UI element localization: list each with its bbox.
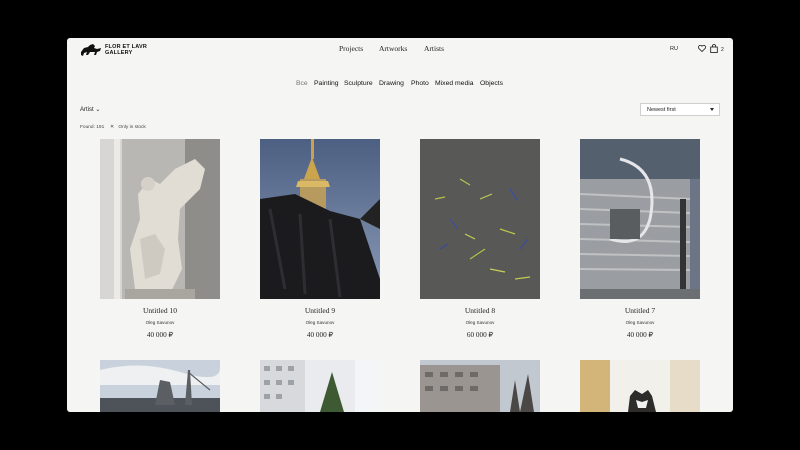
heart-icon[interactable] (698, 45, 706, 52)
sculpture-photo (100, 139, 220, 299)
artwork-image[interactable] (100, 360, 220, 412)
artwork-price: 40 000 ₽ (146, 331, 174, 339)
sort-value: Newest first (647, 107, 676, 113)
artwork-title[interactable]: Untitled 8 (420, 306, 540, 315)
caret-down-icon (710, 108, 714, 111)
sort-select[interactable]: Newest first (640, 103, 720, 116)
artwork-card[interactable]: Untitled 7 Oleg Savunov 40 000 ₽ (580, 139, 700, 339)
cart-count: 2 (721, 47, 724, 53)
artwork-image[interactable] (260, 139, 380, 299)
artwork-title[interactable]: Untitled 7 (580, 306, 700, 315)
category-objects[interactable]: Objects (480, 80, 503, 87)
artwork-artist[interactable]: Oleg Savunov (420, 320, 540, 325)
cat-photo (580, 360, 700, 412)
artwork-title[interactable]: Untitled 9 (260, 306, 380, 315)
artwork-artist[interactable]: Oleg Savunov (100, 320, 220, 325)
artwork-image[interactable] (580, 139, 700, 299)
category-drawing[interactable]: Drawing (379, 80, 404, 87)
nav-artists[interactable]: Artists (424, 44, 444, 53)
artist-filter-label: Artist (80, 107, 94, 113)
artwork-image[interactable] (420, 139, 540, 299)
artist-filter[interactable]: Artist ⌄ (80, 106, 100, 113)
nav-artworks[interactable]: Artworks (379, 44, 407, 53)
gallery-logo[interactable]: FLOR ET LAVR GALLERY (80, 43, 147, 57)
apartment-block-photo (420, 360, 540, 412)
category-all[interactable]: Все (296, 80, 308, 87)
artwork-price: 40 000 ₽ (306, 331, 334, 339)
category-painting[interactable]: Painting (314, 80, 339, 87)
nav-projects[interactable]: Projects (339, 44, 363, 53)
artwork-card[interactable]: Untitled 10 Oleg Savunov 40 000 ₽ (100, 139, 220, 339)
artwork-price: 60 000 ₽ (466, 331, 494, 339)
artwork-image[interactable] (580, 360, 700, 412)
artwork-card[interactable]: Untitled 9 Oleg Savunov 40 000 ₽ (260, 139, 380, 339)
tower-photo (260, 139, 380, 299)
in-stock-label: Only in stock (118, 125, 146, 130)
artwork-title[interactable]: Untitled 10 (100, 306, 220, 315)
artwork-image[interactable] (100, 139, 220, 299)
artwork-image[interactable] (260, 360, 380, 412)
building-photo (580, 139, 700, 299)
artwork-image[interactable] (420, 360, 540, 412)
artwork-artist[interactable]: Oleg Savunov (260, 320, 380, 325)
category-photo[interactable]: Photo (411, 80, 429, 87)
category-mixed-media[interactable]: Mixed media (435, 80, 474, 87)
language-switch[interactable]: RU (670, 46, 678, 52)
artwork-price: 40 000 ₽ (626, 331, 654, 339)
logo-text: FLOR ET LAVR GALLERY (105, 44, 147, 57)
logo-line-2: GALLERY (105, 50, 133, 56)
port-cranes-photo (100, 360, 220, 412)
artwork-artist[interactable]: Oleg Savunov (580, 320, 700, 325)
results-count: Found: 191 (80, 125, 105, 130)
browser-window: FLOR ET LAVR GALLERY Projects Artworks A… (67, 38, 733, 412)
apartment-tree-photo (260, 360, 380, 412)
bag-icon[interactable] (710, 44, 718, 53)
asphalt-photo (420, 139, 540, 299)
chevron-down-icon: ⌄ (95, 107, 101, 113)
in-stock-filter[interactable]: ✕ Only in stock (110, 125, 146, 130)
horse-icon (81, 44, 101, 56)
category-sculpture[interactable]: Sculpture (344, 80, 373, 87)
artwork-card[interactable]: Untitled 8 Oleg Savunov 60 000 ₽ (420, 139, 540, 339)
close-icon[interactable]: ✕ (110, 125, 114, 130)
